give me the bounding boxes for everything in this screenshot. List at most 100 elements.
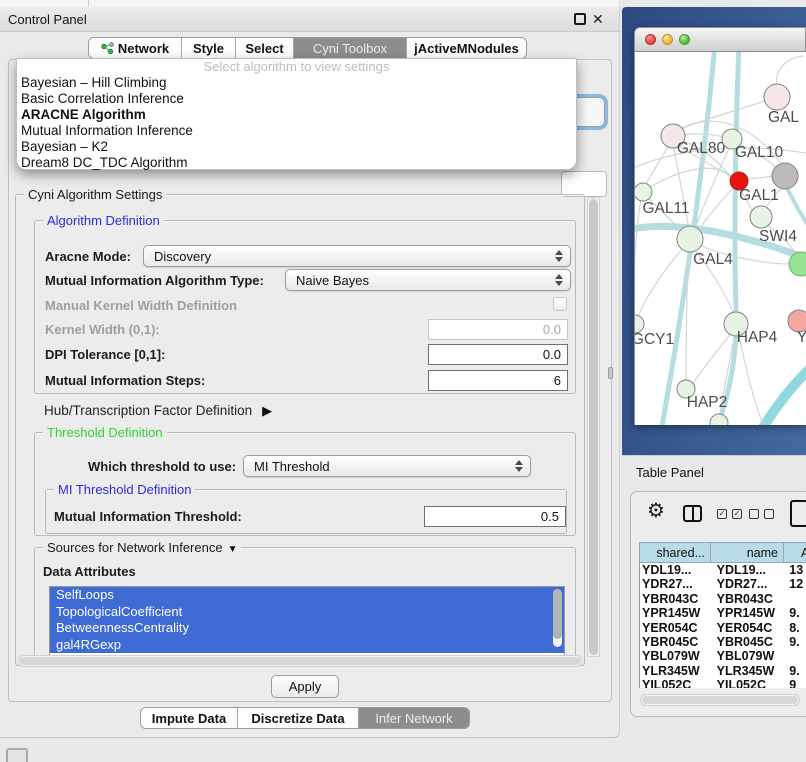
mi-threshold-label: Mutual Information Threshold:: [54, 509, 242, 524]
minimize-window-icon[interactable]: [662, 34, 673, 45]
mi-algorithm-type-combobox[interactable]: Naive Bayes: [285, 269, 571, 291]
which-threshold-combobox[interactable]: MI Threshold: [243, 455, 531, 477]
data-attributes-list[interactable]: SelfLoopsTopologicalCoefficientBetweenne…: [49, 586, 565, 656]
mi-threshold-field[interactable]: 0.5: [424, 506, 566, 527]
network-edge[interactable]: [715, 52, 739, 425]
splitter-handle[interactable]: [608, 367, 613, 379]
zoom-window-icon[interactable]: [679, 34, 690, 45]
tab-label: jActiveMNodules: [414, 41, 519, 56]
attribute-topologicalcoefficient[interactable]: TopologicalCoefficient: [50, 604, 564, 621]
list-scrollbar-thumb[interactable]: [553, 589, 562, 639]
network-window-titlebar[interactable]: [634, 27, 806, 52]
table-horizontal-scrollbar[interactable]: [640, 694, 800, 706]
table-row[interactable]: YBL079WYBL079W: [640, 649, 806, 663]
algorithm-option-mutual-information-inference[interactable]: Mutual Information Inference: [17, 123, 576, 139]
network-node-gal11[interactable]: [635, 183, 652, 201]
table-row[interactable]: YBR045CYBR045C9.: [640, 635, 806, 649]
column-header-name[interactable]: name: [711, 542, 784, 563]
network-edge[interactable]: [693, 332, 732, 383]
settings-horizontal-scrollbar[interactable]: [17, 655, 583, 667]
value-cell: [784, 592, 806, 606]
float-window-icon[interactable]: [574, 13, 586, 25]
network-node-unnamed-gray[interactable]: [772, 163, 798, 189]
mi-steps-field[interactable]: 6: [428, 370, 568, 391]
network-node-label-gal4: GAL4: [693, 251, 733, 268]
network-edge[interactable]: [759, 364, 806, 425]
network-node-gal4[interactable]: [677, 226, 703, 252]
column-header-a[interactable]: A: [784, 542, 806, 563]
control-panel-title: Control Panel: [8, 12, 87, 27]
network-node-unnamed-bottom[interactable]: [710, 414, 728, 425]
algorithm-option-bayesian-k2[interactable]: Bayesian – K2: [17, 139, 576, 155]
tab-jactivemnodules[interactable]: jActiveMNodules: [407, 38, 526, 58]
collapsed-arrow-icon[interactable]: ▶: [262, 403, 272, 418]
tab-infer-network[interactable]: Infer Network: [359, 708, 469, 728]
bottom-left-widget[interactable]: [6, 748, 28, 762]
which-threshold-value: MI Threshold: [254, 459, 330, 474]
aracne-mode-combobox[interactable]: Discovery: [143, 245, 571, 267]
network-edge[interactable]: [739, 335, 763, 424]
network-edge[interactable]: [645, 145, 669, 186]
close-panel-icon[interactable]: ✕: [592, 11, 604, 28]
table-panel-box: ⚙ ✓✓ shared...nameA YDL19...YDL19...13YD…: [630, 491, 806, 717]
network-edge[interactable]: [638, 247, 684, 317]
table-row[interactable]: YBR043CYBR043C: [640, 592, 806, 606]
checked-boxes-icon[interactable]: ✓✓: [717, 509, 742, 519]
algorithm-option-dream8-dc-tdc-algorithm[interactable]: Dream8 DC_TDC Algorithm: [17, 155, 576, 171]
tab-select[interactable]: Select: [236, 38, 294, 58]
tab-cyni-toolbox[interactable]: Cyni Toolbox: [294, 38, 407, 58]
attribute-gal4rgexp[interactable]: gal4RGexp: [50, 637, 564, 654]
close-window-icon[interactable]: [645, 34, 656, 45]
table-row[interactable]: YLR345WYLR345W9.: [640, 664, 806, 678]
attribute-betweennesscentrality[interactable]: BetweennessCentrality: [50, 620, 564, 637]
list-scrollbar[interactable]: [553, 589, 562, 647]
network-node-swi4[interactable]: [750, 206, 772, 228]
table-row[interactable]: YDR27...YDR27...12: [640, 577, 806, 591]
network-edge[interactable]: [698, 186, 735, 232]
table-row[interactable]: YDL19...YDL19...13: [640, 563, 806, 577]
column-header-shared[interactable]: shared...: [639, 542, 711, 563]
network-node-label-gal80: GAL80: [677, 140, 726, 157]
attribute-selfloops[interactable]: SelfLoops: [50, 587, 564, 604]
algorithm-option-basic-correlation-inference[interactable]: Basic Correlation Inference: [17, 91, 576, 107]
tab-style[interactable]: Style: [182, 38, 236, 58]
value-cell: 8.: [784, 621, 806, 635]
settings-scrollbar[interactable]: [587, 197, 600, 657]
network-edge[interactable]: [787, 188, 806, 232]
name-cell: YDL19...: [712, 563, 785, 577]
network-edge[interactable]: [635, 200, 641, 316]
value-cell: 9.: [784, 606, 806, 620]
table-row[interactable]: YPR145WYPR145W9.: [640, 606, 806, 620]
kernel-width-field[interactable]: 0.0: [428, 319, 568, 340]
tab-label: Style: [193, 41, 224, 56]
tab-impute-data[interactable]: Impute Data: [141, 708, 238, 728]
shared-name-cell: YER054C: [640, 621, 712, 635]
tab-network[interactable]: Network: [89, 38, 182, 58]
manual-kernel-width-checkbox[interactable]: [553, 297, 567, 311]
algorithm-option-bayesian-hill-climbing[interactable]: Bayesian – Hill Climbing: [17, 75, 576, 91]
dpi-tolerance-field[interactable]: 0.0: [428, 344, 568, 365]
sources-title[interactable]: Sources for Network Inference▼: [43, 540, 241, 555]
window-top-strip: [0, 0, 620, 7]
tab-discretize-data[interactable]: Discretize Data: [238, 708, 359, 728]
network-edge[interactable]: [777, 56, 803, 85]
network-canvas[interactable]: GALGAL80GAL10GAL1GAL11SWI4GAL4GCY1HAP4YH…: [634, 52, 806, 425]
unchecked-boxes-icon[interactable]: [749, 509, 774, 519]
table-hscrollbar-thumb[interactable]: [642, 696, 798, 704]
columns-icon[interactable]: [683, 505, 702, 522]
document-icon[interactable]: [790, 500, 806, 527]
hub-transcription-factor-section[interactable]: Hub/Transcription Factor Definition▶: [44, 403, 272, 419]
algorithm-option-aracne-algorithm[interactable]: ARACNE Algorithm: [17, 107, 576, 123]
network-edge[interactable]: [747, 176, 773, 179]
table-row[interactable]: YIL052CYIL052C9: [640, 678, 806, 688]
network-node-gal-top[interactable]: [764, 84, 790, 110]
expanded-arrow-icon[interactable]: ▼: [228, 544, 238, 555]
table-row[interactable]: YER054CYER054C8.: [640, 621, 806, 635]
tab-label: Cyni Toolbox: [313, 41, 387, 56]
apply-button[interactable]: Apply: [271, 675, 339, 698]
name-cell: YIL052C: [712, 678, 785, 688]
gear-icon[interactable]: ⚙: [647, 498, 665, 523]
tab-label: Discretize Data: [251, 711, 344, 726]
settings-hscrollbar-thumb[interactable]: [19, 657, 581, 665]
settings-scrollbar-thumb[interactable]: [589, 199, 598, 655]
